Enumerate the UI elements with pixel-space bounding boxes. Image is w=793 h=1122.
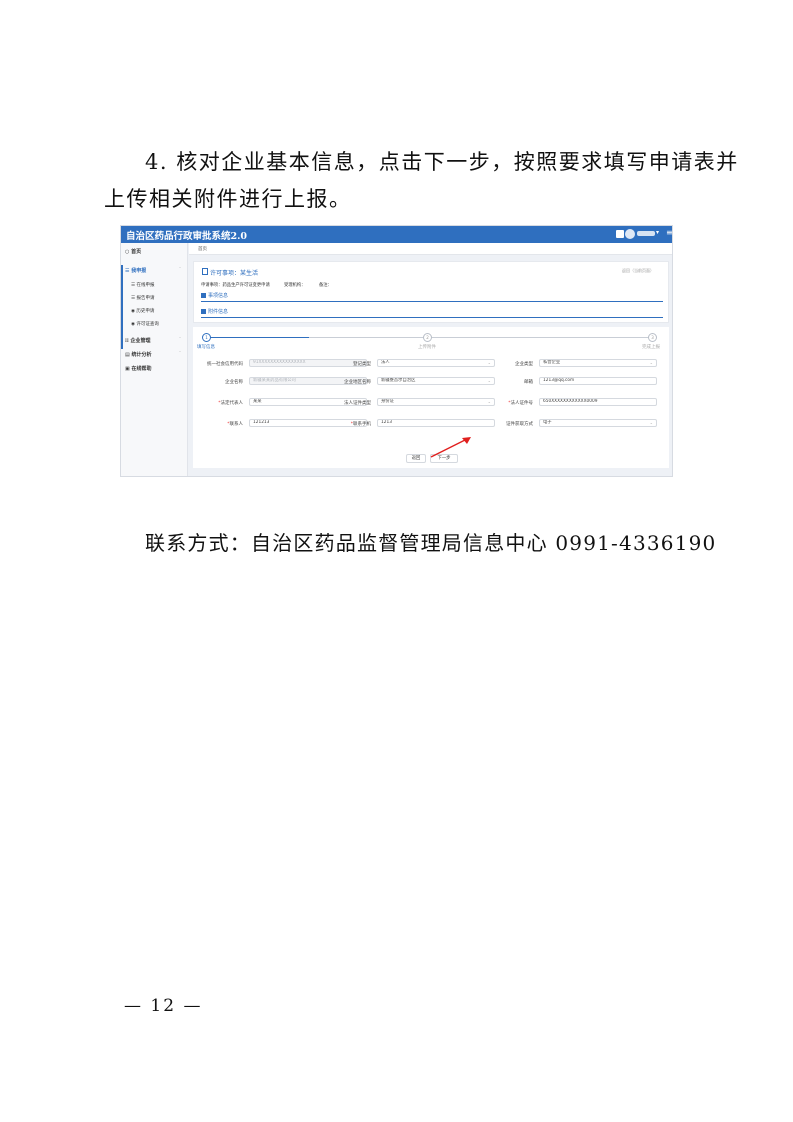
- step-line: [309, 337, 649, 338]
- sidebar: ○ 首页 ☰ 我申报 ˇ ☰ 在线申报 ☰ 报告申请 ◉ 历史申请 ◉ 许可证查…: [121, 243, 188, 476]
- company-label: 企业名称: [225, 380, 243, 385]
- sidebar-item-online-apply[interactable]: ☰ 在线申报: [131, 282, 154, 288]
- sidebar-item-help[interactable]: ▣ 在线帮助: [125, 365, 151, 372]
- accept-dept: 受理机构：: [284, 283, 306, 288]
- chevron-icon: ˇ: [179, 351, 181, 356]
- remark: 备注：: [319, 283, 332, 288]
- cert-method-label: 证件获取方式: [506, 422, 533, 427]
- phone-field[interactable]: 1213: [377, 419, 495, 427]
- region-select[interactable]: 新疆维吾尔自治区 ⌄: [377, 377, 495, 385]
- section-divider: [201, 317, 663, 318]
- sidebar-item-report-apply[interactable]: ☰ 报告申请: [131, 295, 154, 301]
- checkbox-icon: [201, 309, 206, 314]
- back-link[interactable]: 返回（当前页面）: [622, 268, 654, 274]
- sidebar-item-my-apply[interactable]: ☰ 我申报: [125, 267, 146, 274]
- type-label: 登记类型: [353, 362, 371, 367]
- sidebar-item-home[interactable]: ○ 首页: [125, 248, 141, 255]
- user-name[interactable]: [637, 231, 655, 236]
- sidebar-item-license-query[interactable]: ◉ 许可证查询: [131, 321, 159, 327]
- sidebar-item-statistics[interactable]: ▤ 统计分析: [125, 351, 151, 358]
- contact-info: 联系方式：自治区药品监督管理局信息中心 0991-4336190: [145, 531, 717, 555]
- type-select[interactable]: 法人 ⌄: [377, 359, 495, 367]
- sidebar-item-history[interactable]: ◉ 历史申请: [131, 308, 154, 314]
- step-1-circle: 1: [202, 333, 211, 342]
- license-title: 许可事项：某生活: [210, 270, 259, 277]
- instruction-line-1: 4. 核对企业基本信息，点击下一步，按照要求填写申请表并: [145, 150, 739, 174]
- chevron-down-icon[interactable]: ▾: [656, 229, 659, 236]
- step-3-circle: 3: [648, 333, 657, 342]
- step-2-circle: 2: [423, 333, 432, 342]
- breadcrumb[interactable]: 首页: [198, 246, 207, 252]
- sidebar-active-indicator: [121, 265, 123, 349]
- app-title: 自治区药品行政审批系统2.0: [126, 231, 248, 242]
- checkbox-icon: [201, 293, 206, 298]
- region-label: 企业地区名称: [344, 380, 371, 385]
- legal-label: *法定代表人: [218, 401, 243, 406]
- system-screenshot: 自治区药品行政审批系统2.0 ▾ ≡ ○ 首页 ☰ 我申报 ˇ ☰ 在线申报 ☰…: [120, 225, 673, 477]
- contact-label: *联系人: [227, 422, 243, 427]
- red-arrow-annotation: [430, 437, 471, 458]
- section-matter[interactable]: 事项信息: [201, 292, 228, 299]
- section-attach[interactable]: 附件信息: [201, 308, 228, 315]
- phone-label: *联系手机: [350, 422, 371, 427]
- avatar[interactable]: [625, 229, 635, 239]
- license-card: 许可事项：某生活 返回（当前页面） 申请事项：药品生产许可证变更申请 受理机构：…: [193, 261, 669, 323]
- legal-id-field[interactable]: 650XXXXXXXXXXXX0009: [539, 398, 657, 406]
- sidebar-item-enterprise[interactable]: ⁞⁞ 企业管理: [125, 337, 151, 344]
- menu-icon[interactable]: ≡: [666, 228, 672, 237]
- legal-id-type-label: 法人证件类型: [344, 401, 371, 406]
- chevron-icon: ˇ: [179, 337, 181, 342]
- cert-method-select[interactable]: 电子 ⌄: [539, 419, 657, 427]
- progress-steps: 1 填写信息 2 上传附件 3 完成上报: [193, 327, 669, 353]
- app-header: 自治区药品行政审批系统2.0 ▾ ≡: [121, 226, 672, 243]
- legal-id-type-select[interactable]: 身份证 ⌄: [377, 398, 495, 406]
- legal-id-label: *法人证件号: [508, 401, 533, 406]
- step-3-label: 完成上报: [642, 345, 660, 350]
- message-icon[interactable]: [616, 230, 624, 238]
- section-divider: [201, 301, 663, 302]
- email-field[interactable]: 1213@qq.com: [539, 377, 657, 385]
- step-2-label: 上传附件: [418, 345, 436, 350]
- license-icon: [202, 268, 208, 275]
- chevron-down-icon: ⌄: [649, 420, 653, 425]
- chevron-icon: ˇ: [179, 267, 181, 272]
- step-1-label: 填写信息: [197, 345, 215, 350]
- credit-code-label: 统一社会信用代码: [207, 362, 243, 367]
- breadcrumb-bar: 首页: [189, 243, 672, 255]
- chevron-down-icon: ⌄: [649, 360, 653, 365]
- back-button[interactable]: 返回: [406, 454, 426, 463]
- page-number: — 12 —: [124, 996, 203, 1016]
- enterprise-type-select[interactable]: 私营企业 ⌄: [539, 359, 657, 367]
- email-label: 邮箱: [524, 380, 533, 385]
- apply-item: 申请事项：药品生产许可证变更申请: [201, 283, 270, 288]
- enterprise-type-label: 企业类型: [515, 362, 533, 367]
- step-line: [209, 337, 309, 338]
- instruction-line-2: 上传相关附件进行上报。: [104, 187, 352, 211]
